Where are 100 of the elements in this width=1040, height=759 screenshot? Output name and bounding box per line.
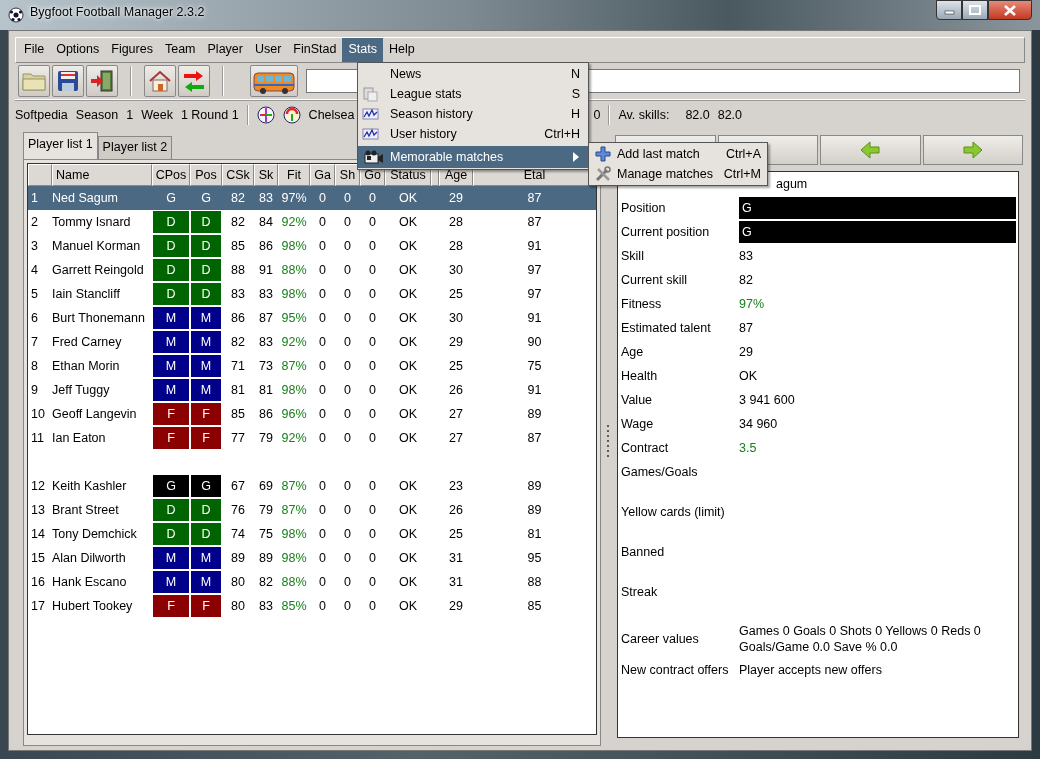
column-header[interactable]: Fit <box>278 164 310 186</box>
table-cell-text: Keith Kashler <box>52 478 128 495</box>
table-cell-text: OK <box>397 526 419 543</box>
table-cell-text: G <box>165 190 177 207</box>
table-cell-text: 84 <box>258 214 274 231</box>
exit-button[interactable] <box>86 65 118 97</box>
menu-item[interactable]: File <box>18 38 51 62</box>
position-cell: M <box>191 307 221 329</box>
position-cell: M <box>153 547 189 569</box>
table-cell-text: 75 <box>526 358 543 375</box>
table-cell-text: 81 <box>526 526 543 543</box>
save-button[interactable] <box>52 65 84 97</box>
close-button[interactable] <box>988 0 1032 20</box>
table-cell-text: 0 <box>343 598 352 615</box>
table-cell-text: 7 <box>30 334 39 351</box>
team-name: Chelsea <box>308 108 355 122</box>
window-title: Bygfoot Football Manager 2.3.2 <box>30 5 205 19</box>
field-value: 87 <box>739 321 754 335</box>
table-cell-text: OK <box>397 478 419 495</box>
table-cell-text: Iain Stancliff <box>52 286 121 303</box>
table-cell-text: 0 <box>318 478 327 495</box>
menu-item[interactable]: Team <box>158 38 202 62</box>
menu-item[interactable]: User history Ctrl+H <box>358 124 588 144</box>
table-cell-text: Fred Carney <box>52 334 123 351</box>
column-header[interactable]: CPos <box>152 164 190 186</box>
back-button[interactable] <box>820 135 921 165</box>
table-cell-text: 9 <box>30 382 39 399</box>
menu-item[interactable]: User <box>248 38 288 62</box>
position-cell: D <box>153 211 189 233</box>
menu-item[interactable]: Add last match Ctrl+A <box>589 144 767 164</box>
table-cell-text: 29 <box>448 190 464 207</box>
table-cell-text: 90 <box>526 334 543 351</box>
table-cell-text: 75 <box>258 526 274 543</box>
table-cell-text: 27 <box>448 430 464 447</box>
table-cell-text: 89 <box>230 550 246 567</box>
table-cell-text: 0 <box>318 262 327 279</box>
transfer-button[interactable] <box>178 65 210 97</box>
column-header[interactable]: Sk <box>254 164 278 186</box>
home-button[interactable] <box>144 65 176 97</box>
menu-item[interactable]: Season history H <box>358 104 588 124</box>
minimize-button[interactable] <box>936 0 962 20</box>
table-cell-text: OK <box>397 550 419 567</box>
menu-item[interactable]: FinStad <box>287 38 343 62</box>
season-label: Season <box>75 108 119 122</box>
table-cell-text: 91 <box>526 382 543 399</box>
position-cell: M <box>153 379 189 401</box>
table-cell-text: 0 <box>318 214 327 231</box>
tab[interactable]: Player list 2 <box>97 136 173 159</box>
close-icon <box>1003 4 1017 16</box>
tools-icon <box>595 166 611 182</box>
field-value: 3 941 600 <box>739 393 796 407</box>
table-row[interactable]: 1 Ned Sagum G G 82 83 97% 0 0 0 OK 29 87 <box>28 186 596 210</box>
menu-item[interactable]: Figures <box>105 38 159 62</box>
arrow-left-icon <box>859 140 882 160</box>
table-cell-text: 86 <box>258 238 274 255</box>
tab[interactable]: Player list 1 <box>23 132 98 159</box>
menu-item[interactable]: Stats <box>342 38 383 62</box>
maximize-button[interactable] <box>962 0 988 20</box>
skills-value: 82.0 <box>685 108 710 122</box>
field-value: 83 <box>739 249 754 263</box>
position-cell: D <box>153 523 189 545</box>
menu-item[interactable]: League stats S <box>358 84 588 104</box>
table-cell-text: 67 <box>230 478 246 495</box>
column-header[interactable] <box>28 164 52 186</box>
table-cell-text: Burt Thonemann <box>52 310 146 327</box>
table-cell-text: 89 <box>526 406 543 423</box>
menu-item[interactable]: Help <box>382 38 421 62</box>
table-cell-text: 0 <box>368 526 377 543</box>
menu-item[interactable]: Memorable matches <box>358 146 588 168</box>
menu-item[interactable]: News N <box>358 64 588 84</box>
table-cell-text: 98% <box>280 238 308 255</box>
table-cell-text: 25 <box>448 286 464 303</box>
table-cell-text: 0 <box>318 550 327 567</box>
table-cell-text: 0 <box>368 502 377 519</box>
column-header[interactable]: Pos <box>190 164 222 186</box>
column-header[interactable]: Name <box>52 164 152 186</box>
table-cell-text: 0 <box>368 382 377 399</box>
table-cell-text: 0 <box>318 310 327 327</box>
menu-item[interactable]: Player <box>201 38 249 62</box>
house-icon <box>147 68 173 94</box>
position-cell: M <box>153 571 189 593</box>
forward-button[interactable] <box>922 135 1023 165</box>
table-cell-text: 31 <box>448 574 464 591</box>
table-cell-text: 0 <box>318 598 327 615</box>
field-label: Streak <box>621 585 659 599</box>
table-cell-text: OK <box>397 382 419 399</box>
position-cell: G <box>153 475 189 497</box>
table-cell-text: OK <box>397 310 419 327</box>
table-cell-text: 0 <box>343 550 352 567</box>
menu-item[interactable]: Options <box>50 38 106 62</box>
column-header[interactable]: CSk <box>222 164 254 186</box>
bus-button[interactable] <box>250 65 298 97</box>
table-cell-text: 0 <box>343 310 352 327</box>
table-cell-text: 15 <box>30 550 46 567</box>
column-header[interactable]: Ga <box>310 164 335 186</box>
table-cell-text: 87 <box>526 190 543 207</box>
table-cell-text: 0 <box>343 334 352 351</box>
table-cell-text: 89 <box>526 478 543 495</box>
table-cell-text: Manuel Korman <box>52 238 142 255</box>
column-header[interactable]: Sh <box>335 164 360 186</box>
